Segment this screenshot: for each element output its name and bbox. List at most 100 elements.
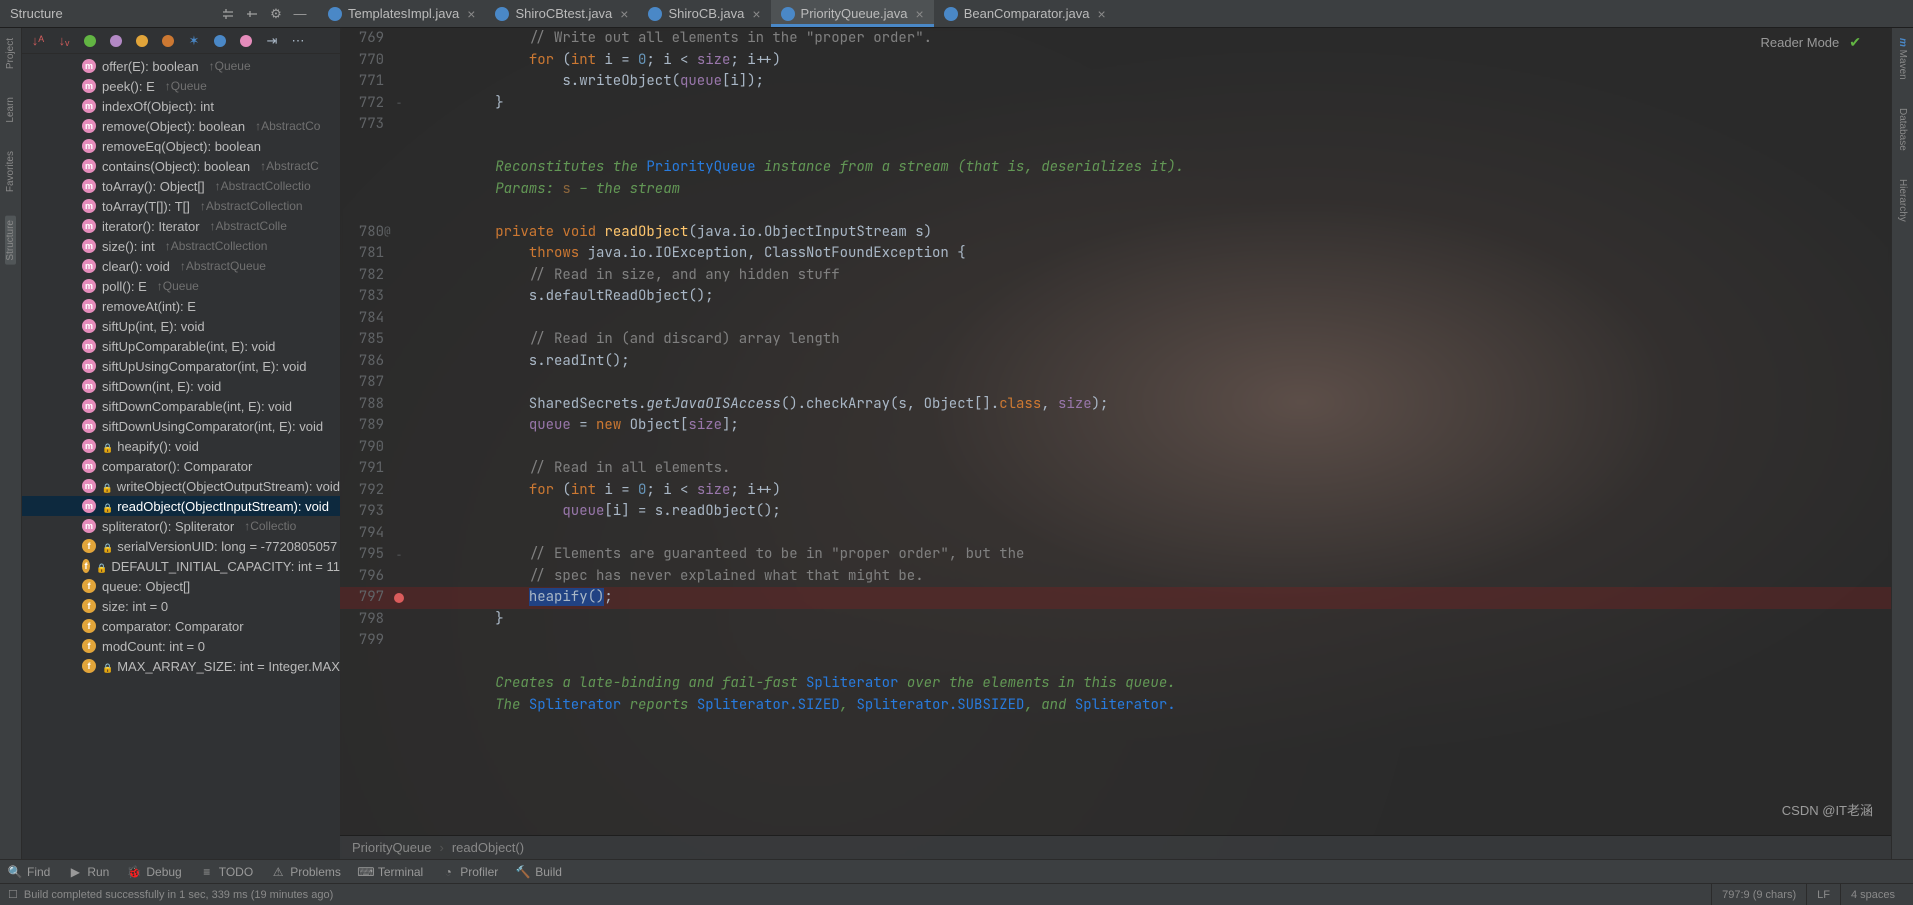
gutter[interactable]: 792 <box>340 480 400 502</box>
structure-node[interactable]: msiftUpUsingComparator(int, E): void <box>22 356 340 376</box>
editor-tab[interactable]: TemplatesImpl.java× <box>318 0 485 27</box>
code-line[interactable]: 784 <box>340 308 1891 330</box>
code-content[interactable]: The Spliterator reports Spliterator.SIZE… <box>400 695 1891 717</box>
tool-window-button[interactable]: ⌨Terminal <box>359 865 423 879</box>
structure-node[interactable]: mtoArray(): Object[]↑AbstractCollectio <box>22 176 340 196</box>
structure-node[interactable]: mclear(): void↑AbstractQueue <box>22 256 340 276</box>
structure-node[interactable]: fsize: int = 0 <box>22 596 340 616</box>
code-line[interactable]: 771 s.writeObject(queue[i]); <box>340 71 1891 93</box>
code-line[interactable]: 794 <box>340 523 1891 545</box>
structure-node[interactable]: mremove(Object): boolean↑AbstractCo <box>22 116 340 136</box>
code-editor[interactable]: 769 // Write out all elements in the "pr… <box>340 28 1891 835</box>
code-content[interactable]: // Write out all elements in the "proper… <box>400 28 1891 50</box>
gear-icon[interactable]: ⚙ <box>268 6 284 22</box>
code-line[interactable] <box>340 200 1891 222</box>
tool-window-button[interactable]: 🔍Find <box>8 865 50 879</box>
fold-icon[interactable]: − <box>396 93 402 115</box>
structure-tree[interactable]: moffer(E): boolean↑Queuempeek(): E↑Queue… <box>22 54 340 859</box>
editor-tab[interactable]: ShiroCB.java× <box>638 0 770 27</box>
gutter[interactable]: 785 <box>340 329 400 351</box>
gutter[interactable]: 784 <box>340 308 400 330</box>
code-content[interactable] <box>400 200 1891 222</box>
code-line[interactable]: 787 <box>340 372 1891 394</box>
show-nonpublic-icon[interactable] <box>238 33 254 49</box>
gutter[interactable]: 787 <box>340 372 400 394</box>
override-gutter-icon[interactable]: @ <box>384 222 391 244</box>
line-ending[interactable]: LF <box>1806 884 1840 905</box>
code-line[interactable]: 781 throws java.io.IOException, ClassNot… <box>340 243 1891 265</box>
code-line[interactable] <box>340 136 1891 158</box>
sort-alpha-icon[interactable]: ↓ᴬ <box>30 33 46 49</box>
code-line[interactable]: 783 s.defaultReadObject(); <box>340 286 1891 308</box>
breadcrumb-item[interactable]: PriorityQueue <box>352 840 431 855</box>
gutter[interactable]: 797 <box>340 587 400 609</box>
gutter[interactable] <box>340 673 400 695</box>
more-icon[interactable]: ⋯ <box>290 33 306 49</box>
structure-node[interactable]: fcomparator: Comparator <box>22 616 340 636</box>
indent-setting[interactable]: 4 spaces <box>1840 884 1905 905</box>
tool-stripe-button[interactable]: Database <box>1897 104 1908 155</box>
gutter[interactable]: 770 <box>340 50 400 72</box>
code-line[interactable]: 790 <box>340 437 1891 459</box>
gutter[interactable]: 783 <box>340 286 400 308</box>
structure-node[interactable]: mremoveAt(int): E <box>22 296 340 316</box>
code-line[interactable]: 782 // Read in size, and any hidden stuf… <box>340 265 1891 287</box>
code-content[interactable]: // Read in all elements. <box>400 458 1891 480</box>
gutter[interactable] <box>340 136 400 158</box>
code-line[interactable]: 795− // Elements are guaranteed to be in… <box>340 544 1891 566</box>
breakpoint-icon[interactable] <box>394 593 404 603</box>
structure-node[interactable]: mindexOf(Object): int <box>22 96 340 116</box>
structure-node[interactable]: msize(): int↑AbstractCollection <box>22 236 340 256</box>
gutter[interactable]: 794 <box>340 523 400 545</box>
show-anon-icon[interactable]: ✶ <box>186 33 202 49</box>
expand-all-icon[interactable] <box>220 6 236 22</box>
minimize-icon[interactable]: — <box>292 6 308 22</box>
code-content[interactable]: heapify(); <box>400 587 1891 609</box>
code-content[interactable]: // Elements are guaranteed to be in "pro… <box>400 544 1891 566</box>
reader-mode-toggle[interactable]: Reader Mode ✔ <box>1760 34 1861 51</box>
code-line[interactable]: 791 // Read in all elements. <box>340 458 1891 480</box>
gutter[interactable] <box>340 652 400 674</box>
show-field-icon[interactable] <box>134 33 150 49</box>
editor-tab[interactable]: ShiroCBtest.java× <box>485 0 638 27</box>
code-line[interactable]: Params: s – the stream <box>340 179 1891 201</box>
code-content[interactable]: throws java.io.IOException, ClassNotFoun… <box>400 243 1891 265</box>
code-line[interactable]: 797 heapify(); <box>340 587 1891 609</box>
structure-node[interactable]: fqueue: Object[] <box>22 576 340 596</box>
cursor-position[interactable]: 797:9 (9 chars) <box>1711 884 1806 905</box>
code-content[interactable] <box>400 523 1891 545</box>
code-line[interactable]: 770 for (int i = 0; i < size; i++) <box>340 50 1891 72</box>
close-icon[interactable]: × <box>752 6 760 22</box>
code-line[interactable]: 792 for (int i = 0; i < size; i++) <box>340 480 1891 502</box>
tool-stripe-button[interactable]: Favorites <box>5 147 16 196</box>
structure-node[interactable]: fmodCount: int = 0 <box>22 636 340 656</box>
code-line[interactable]: 785 // Read in (and discard) array lengt… <box>340 329 1891 351</box>
code-line[interactable]: The Spliterator reports Spliterator.SIZE… <box>340 695 1891 717</box>
gutter[interactable]: 786 <box>340 351 400 373</box>
tool-window-button[interactable]: ▶Run <box>68 865 109 879</box>
code-content[interactable]: queue = new Object[size]; <box>400 415 1891 437</box>
code-content[interactable] <box>400 114 1891 136</box>
code-line[interactable]: 788 SharedSecrets.getJavaOISAccess().che… <box>340 394 1891 416</box>
code-line[interactable]: 793 queue[i] = s.readObject(); <box>340 501 1891 523</box>
tool-stripe-button[interactable]: Structure <box>5 216 16 265</box>
editor-tab[interactable]: PriorityQueue.java× <box>771 0 934 27</box>
structure-node[interactable]: mreadObject(ObjectInputStream): void <box>22 496 340 516</box>
editor-tab[interactable]: BeanComparator.java× <box>934 0 1116 27</box>
gutter[interactable]: 790 <box>340 437 400 459</box>
structure-node[interactable]: miterator(): Iterator↑AbstractColle <box>22 216 340 236</box>
code-line[interactable]: 772− } <box>340 93 1891 115</box>
structure-node[interactable]: moffer(E): boolean↑Queue <box>22 56 340 76</box>
structure-node[interactable]: fDEFAULT_INITIAL_CAPACITY: int = 11 <box>22 556 340 576</box>
code-line[interactable] <box>340 652 1891 674</box>
gutter[interactable]: 799 <box>340 630 400 652</box>
structure-node[interactable]: mpoll(): E↑Queue <box>22 276 340 296</box>
fold-icon[interactable]: − <box>396 544 402 566</box>
structure-node[interactable]: fserialVersionUID: long = -7720805057 <box>22 536 340 556</box>
tool-window-button[interactable]: ◔Profiler <box>441 865 498 879</box>
breadcrumb-item[interactable]: readObject() <box>452 840 524 855</box>
gutter[interactable]: 793 <box>340 501 400 523</box>
close-icon[interactable]: × <box>467 6 475 22</box>
gutter[interactable]: 789 <box>340 415 400 437</box>
code-content[interactable] <box>400 652 1891 674</box>
